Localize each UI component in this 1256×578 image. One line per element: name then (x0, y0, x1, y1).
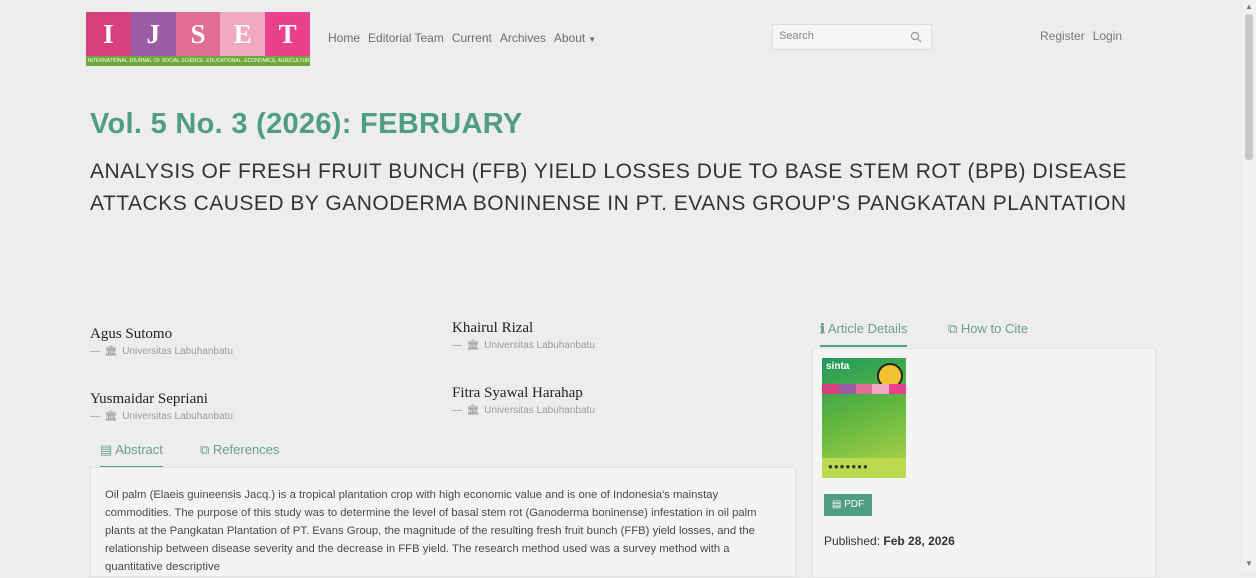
author-name: Fitra Syawal Harahap (452, 385, 583, 401)
file-pdf-icon: ▤ (831, 499, 842, 510)
institution-icon: 🏛 (104, 346, 118, 357)
published-date: Published: Feb 28, 2026 (824, 534, 955, 548)
nav-home[interactable]: Home (328, 31, 360, 45)
logo-letter-s: S (175, 12, 221, 56)
pdf-download-button[interactable]: ▤ PDF (824, 494, 872, 516)
pdf-label: PDF (844, 499, 865, 510)
cover-band (822, 384, 906, 394)
issue-title[interactable]: Vol. 5 No. 3 (2026): FEBRUARY (90, 108, 523, 141)
nav-current[interactable]: Current (452, 31, 492, 45)
tab-article-details-label: Article Details (827, 321, 908, 336)
tab-how-to-cite-label: How to Cite (960, 321, 1029, 336)
page-scrollbar[interactable]: ▲ ▼ (1242, 0, 1256, 570)
author-name: Yusmaidar Sepriani (90, 391, 208, 407)
nav-editorial-team[interactable]: Editorial Team (368, 31, 444, 45)
logo-letter-i: I (86, 12, 131, 56)
abstract-tabs: ▤ Abstract ⧉ References (100, 442, 800, 468)
copy-icon: ⧉ (200, 442, 210, 457)
author-name: Khairul Rizal (452, 320, 534, 336)
logo-letter-e: E (220, 12, 266, 56)
site-logo[interactable]: I J S E T INTERNATIONAL JOURNAL OF SOCIA… (86, 12, 310, 66)
author-affiliation: Universitas Labuhanbatu (484, 405, 595, 416)
nav-about[interactable]: About ▼ (554, 31, 596, 45)
abstract-text: Oil palm (Elaeis guineensis Jacq.) is a … (105, 489, 757, 573)
scrollbar-thumb[interactable] (1245, 14, 1253, 160)
tab-article-details[interactable]: ℹ Article Details (820, 321, 908, 347)
author-2: Khairul Rizal — 🏛 Universitas Labuhanbat… (452, 320, 595, 351)
logo-tagline: INTERNATIONAL JOURNAL OF SOCIAL SCIENCE,… (86, 56, 310, 66)
nav-archives[interactable]: Archives (500, 31, 546, 45)
info-icon: ℹ (820, 321, 825, 336)
search-icon[interactable] (910, 31, 922, 43)
institution-icon: 🏛 (466, 340, 480, 351)
published-label: Published: (824, 534, 881, 548)
logo-letter-j: J (130, 12, 176, 56)
tab-abstract-label: Abstract (115, 442, 163, 457)
search-input[interactable]: Search (772, 24, 932, 50)
author-name: Agus Sutomo (90, 326, 173, 342)
scroll-down-icon[interactable]: ▼ (1245, 559, 1253, 568)
document-icon: ▤ (100, 442, 113, 457)
logo-letter-t: T (265, 12, 310, 56)
tab-references[interactable]: ⧉ References (200, 442, 279, 466)
author-affiliation: Universitas Labuhanbatu (122, 411, 233, 422)
author-3: Yusmaidar Sepriani — 🏛 Universitas Labuh… (90, 391, 233, 422)
author-affiliation: Universitas Labuhanbatu (122, 346, 233, 357)
sidebar-tabs: ℹ Article Details ⧉ How to Cite (820, 321, 1156, 349)
scroll-up-icon[interactable]: ▲ (1245, 2, 1253, 11)
login-link[interactable]: Login (1093, 29, 1122, 43)
published-value: Feb 28, 2026 (883, 534, 955, 548)
main-nav: Home Editorial Team Current Archives Abo… (328, 31, 596, 45)
site-header: I J S E T INTERNATIONAL JOURNAL OF SOCIA… (0, 0, 1256, 90)
sinta-badge: sinta (826, 361, 850, 372)
caret-down-icon: ▼ (588, 35, 597, 44)
copy-icon: ⧉ (948, 321, 958, 336)
nav-about-label: About (553, 31, 586, 45)
user-nav: Register Login (1040, 29, 1122, 43)
register-link[interactable]: Register (1040, 29, 1085, 43)
search-placeholder: Search (779, 30, 814, 42)
institution-icon: 🏛 (104, 411, 118, 422)
abstract-panel: Oil palm (Elaeis guineensis Jacq.) is a … (90, 467, 796, 577)
tab-references-label: References (212, 442, 280, 457)
author-affiliation: Universitas Labuhanbatu (484, 340, 595, 351)
institution-icon: 🏛 (466, 405, 480, 416)
tab-how-to-cite[interactable]: ⧉ How to Cite (948, 321, 1028, 345)
author-1: Agus Sutomo — 🏛 Universitas Labuhanbatu (90, 326, 233, 357)
tab-abstract[interactable]: ▤ Abstract (100, 442, 163, 468)
issue-cover-image[interactable]: sinta ●●●●●●● (822, 358, 906, 478)
author-4: Fitra Syawal Harahap — 🏛 Universitas Lab… (452, 385, 595, 416)
cover-logos: ●●●●●●● (828, 462, 869, 471)
article-title: ANALYSIS OF FRESH FRUIT BUNCH (FFB) YIEL… (90, 160, 1127, 215)
